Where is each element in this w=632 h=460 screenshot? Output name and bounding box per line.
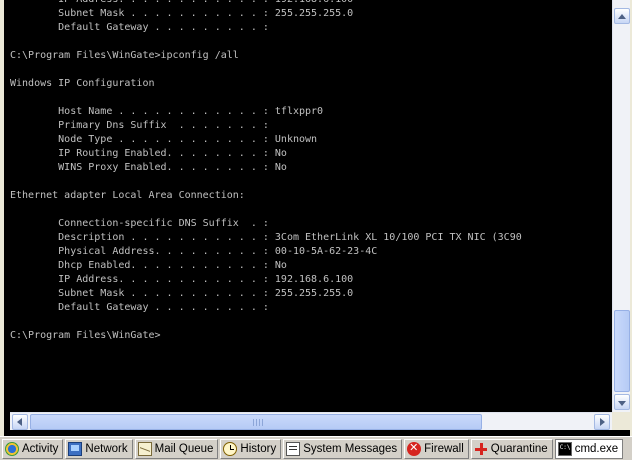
tab-label: Firewall [424,442,464,455]
vertical-scrollbar[interactable] [612,0,630,412]
tab-label: cmd.exe [574,442,619,455]
command-window: IP Address. . . . . . . . . . . . : 192.… [0,0,632,436]
mail-icon [137,441,152,456]
tab-firewall[interactable]: Firewall [404,438,469,459]
vertical-scroll-thumb[interactable] [614,310,630,392]
tab-quarantine[interactable]: Quarantine [470,438,553,459]
grip-icon [253,419,263,426]
tab-mail-queue[interactable]: Mail Queue [134,438,219,459]
tab-label: Network [85,442,128,455]
horizontal-scroll-thumb[interactable] [30,414,482,430]
arrow-down-icon [618,401,626,406]
scroll-up-button[interactable] [614,8,630,24]
arrow-up-icon [618,14,626,19]
tab-cmd-exe[interactable]: cmd.exe [554,438,624,459]
tab-label: Mail Queue [154,442,214,455]
tab-bar: Activity Network Mail Queue History Syst… [0,436,632,460]
scroll-left-button[interactable] [12,414,28,430]
arrow-left-icon [17,418,22,426]
cmd-icon [557,441,572,456]
network-icon [68,441,83,456]
activity-icon [5,441,19,456]
history-icon [223,441,238,456]
system-messages-icon [286,441,301,456]
tab-label: System Messages [303,442,398,455]
scroll-down-button[interactable] [614,394,630,410]
arrow-right-icon [600,418,605,426]
firewall-icon [407,441,422,456]
tab-label: Activity [22,442,59,455]
tab-system-messages[interactable]: System Messages [283,438,403,459]
tab-label: Quarantine [490,442,548,455]
tab-history[interactable]: History [220,438,282,459]
tab-network[interactable]: Network [65,438,133,459]
tab-activity[interactable]: Activity [2,438,64,459]
tab-label: History [240,442,277,455]
console-output-area[interactable]: IP Address. . . . . . . . . . . . : 192.… [10,0,610,412]
scrollbar-corner [612,412,630,430]
quarantine-icon [474,442,488,456]
scroll-right-button[interactable] [594,414,610,430]
console-text: IP Address. . . . . . . . . . . . : 192.… [10,0,522,341]
horizontal-scrollbar[interactable] [10,412,612,430]
